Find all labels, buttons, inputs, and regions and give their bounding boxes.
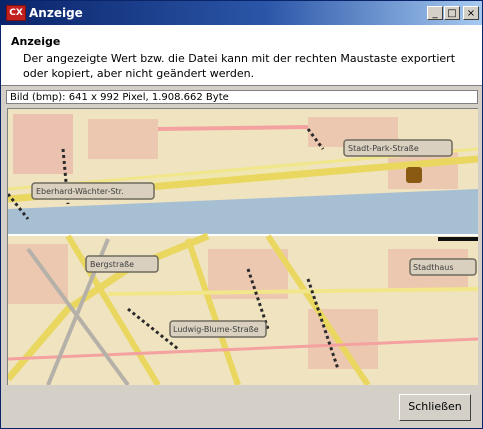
app-icon: CX	[6, 5, 26, 21]
button-bar: Schließen	[1, 385, 482, 428]
close-button[interactable]: Schließen	[399, 394, 471, 421]
minimize-button[interactable]: _	[427, 6, 443, 20]
map-label-1: Stadt-Park-Straße	[343, 139, 453, 157]
map-label-text: Eberhard-Wächter-Str.	[36, 187, 124, 196]
map-label-5: Ludwig-Blume-Straße	[169, 320, 267, 338]
header-title: Anzeige	[11, 35, 61, 48]
map-image: Stadt-Park-Straße Eberhard-Wächter-Str. …	[8, 109, 478, 385]
map-label-text: Bergstraße	[90, 260, 134, 269]
header-panel: Anzeige Der angezeigte Wert bzw. die Dat…	[1, 25, 482, 86]
map-label-4: Stadthaus	[409, 258, 477, 276]
window-title: Anzeige	[29, 6, 83, 20]
anzeige-window: CX Anzeige _ □ × Anzeige Der angezeigte …	[0, 0, 483, 429]
image-info-field: Bild (bmp): 641 x 992 Pixel, 1.908.662 B…	[6, 90, 478, 104]
close-window-button[interactable]: ×	[463, 6, 479, 20]
title-bar[interactable]: CX Anzeige _ □ ×	[1, 1, 482, 25]
maximize-button[interactable]: □	[444, 6, 460, 20]
map-label-text: Ludwig-Blume-Straße	[173, 325, 259, 334]
image-preview[interactable]: Stadt-Park-Straße Eberhard-Wächter-Str. …	[7, 108, 478, 385]
map-label-3: Bergstraße	[85, 255, 159, 273]
map-label-text: Stadt-Park-Straße	[348, 144, 419, 153]
map-label-2: Eberhard-Wächter-Str.	[31, 182, 155, 200]
map-label-text: Stadthaus	[413, 263, 454, 272]
header-description: Der angezeigte Wert bzw. die Datei kann …	[23, 52, 456, 80]
